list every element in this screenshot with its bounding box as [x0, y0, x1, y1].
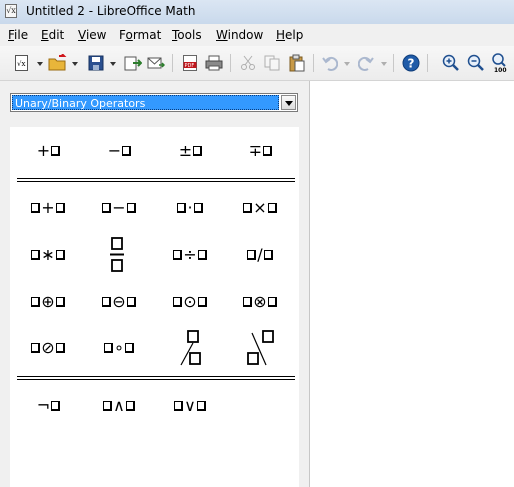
title-bar: √x Untitled 2 - LibreOffice Math [0, 0, 514, 25]
menu-tools[interactable]: Tools [172, 28, 202, 42]
category-dropdown[interactable]: Unary/Binary Operators [10, 93, 298, 112]
elem-circled-slash[interactable]: ⊘ [20, 333, 76, 363]
elem-unary-plus[interactable]: + [20, 136, 76, 166]
svg-text:PDF: PDF [185, 63, 195, 69]
math-document-icon: √x [5, 4, 17, 18]
elem-asterisk[interactable]: ∗ [20, 240, 76, 270]
elem-circle-compose[interactable]: ∘ [91, 333, 147, 363]
elem-slash[interactable]: / [232, 240, 288, 270]
elem-unary-minus-plus[interactable]: ∓ [232, 136, 288, 166]
separator [17, 376, 295, 380]
elem-wide-slash[interactable] [160, 328, 216, 368]
email-icon[interactable] [146, 53, 166, 73]
elem-circled-times[interactable]: ⊗ [232, 287, 288, 317]
save-icon[interactable] [86, 53, 106, 73]
elem-subtract[interactable]: − [91, 193, 147, 223]
menu-edit[interactable]: Edit [41, 28, 64, 42]
elem-wide-backslash[interactable] [231, 328, 287, 368]
menu-file[interactable]: File [8, 28, 28, 42]
zoom-100-icon[interactable]: 100 [491, 53, 511, 73]
menu-format[interactable]: Format [119, 28, 161, 42]
elem-divide[interactable]: ÷ [162, 240, 218, 270]
elem-add[interactable]: + [20, 193, 76, 223]
separator [17, 178, 295, 182]
redo-icon[interactable] [356, 53, 376, 73]
export-icon[interactable] [123, 53, 143, 73]
elem-times[interactable]: × [232, 193, 288, 223]
copy-icon[interactable] [262, 53, 282, 73]
standard-toolbar: √x PDF ? 100 [0, 46, 514, 81]
elem-or[interactable]: ∨ [162, 391, 218, 421]
elem-unary-minus[interactable]: − [91, 136, 147, 166]
zoom-out-icon[interactable] [466, 53, 486, 73]
menu-help[interactable]: Help [276, 28, 303, 42]
window-title: Untitled 2 - LibreOffice Math [26, 4, 196, 18]
elem-circled-plus[interactable]: ⊕ [20, 287, 76, 317]
elem-not[interactable]: ¬ [20, 391, 76, 421]
chevron-down-icon[interactable] [281, 95, 296, 110]
cut-icon[interactable] [238, 53, 258, 73]
elem-circled-dot[interactable]: ⊙ [162, 287, 218, 317]
svg-text:100: 100 [494, 67, 507, 73]
elem-dot-multiply[interactable]: · [162, 193, 218, 223]
category-selected: Unary/Binary Operators [12, 95, 279, 110]
menu-bar: File Edit View Format Tools Window Help [0, 24, 514, 46]
zoom-in-icon[interactable] [441, 53, 461, 73]
print-icon[interactable] [204, 53, 224, 73]
help-icon[interactable]: ? [401, 53, 421, 73]
elements-panel: Unary/Binary Operators + − ± ∓ + − · × ∗… [0, 81, 310, 487]
paste-icon[interactable] [287, 53, 307, 73]
open-icon[interactable] [48, 53, 68, 73]
export-pdf-icon[interactable]: PDF [180, 53, 200, 73]
formula-view[interactable] [310, 81, 514, 487]
elem-fraction[interactable] [89, 233, 145, 277]
elem-circled-minus[interactable]: ⊖ [91, 287, 147, 317]
elements-grid: + − ± ∓ + − · × ∗ ÷ / ⊕ ⊖ ⊙ ⊗ ⊘ ∘ ¬ ∧ ∨ [10, 127, 299, 487]
menu-window[interactable]: Window [216, 28, 263, 42]
undo-icon[interactable] [320, 53, 340, 73]
new-icon[interactable]: √x [12, 53, 32, 73]
svg-text:√x: √x [17, 60, 25, 68]
svg-text:?: ? [408, 57, 415, 71]
menu-view[interactable]: View [78, 28, 106, 42]
elem-unary-plus-minus[interactable]: ± [162, 136, 218, 166]
elem-and[interactable]: ∧ [91, 391, 147, 421]
